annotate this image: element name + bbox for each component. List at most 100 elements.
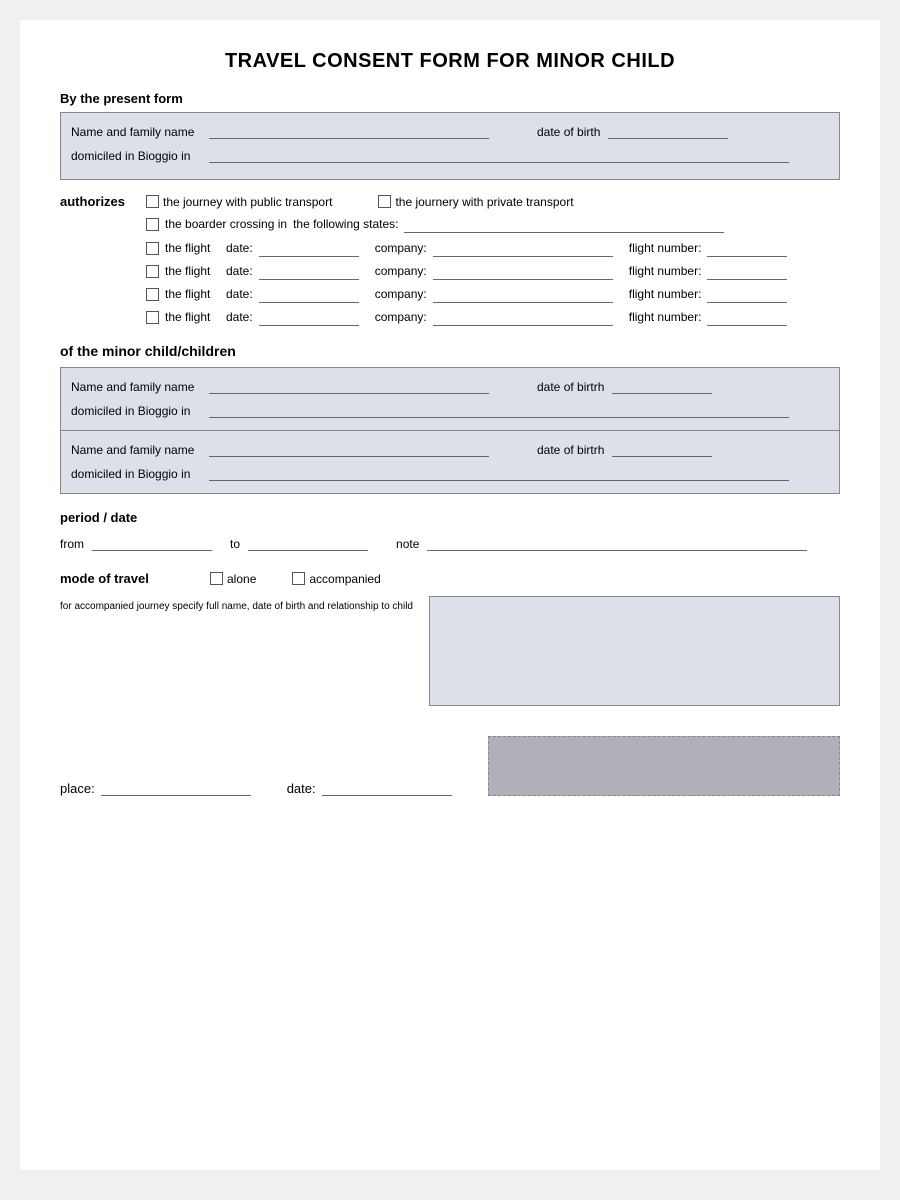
- child-2-name-label: Name and family name: [71, 443, 201, 457]
- child-2-dob-input[interactable]: [612, 439, 712, 457]
- alone-option: alone: [210, 572, 256, 586]
- parent-dob-label: date of birth: [537, 125, 600, 139]
- flight-2-company-input[interactable]: [433, 262, 613, 280]
- parent-name-input[interactable]: [209, 121, 489, 139]
- mode-of-travel-section: mode of travel alone accompanied: [60, 571, 840, 586]
- flight-row-4: the flight date: company: flight number:: [146, 308, 840, 326]
- child-1-name-row: Name and family name date of birtrh: [71, 376, 829, 394]
- alone-checkbox[interactable]: [210, 572, 223, 585]
- place-input[interactable]: [101, 778, 251, 796]
- child-1-name-label: Name and family name: [71, 380, 201, 394]
- flight-2-flightnum-label: flight number:: [629, 264, 702, 278]
- page-title: TRAVEL CONSENT FORM FOR MINOR CHILD: [60, 50, 840, 73]
- flight-3-date-input[interactable]: [259, 285, 359, 303]
- parent-domicile-label: domiciled in Bioggio in: [71, 149, 201, 163]
- parent-dob-input[interactable]: [608, 121, 728, 139]
- child-1-name-input[interactable]: [209, 376, 489, 394]
- bottom-section: place: date:: [60, 736, 840, 796]
- public-transport-label: the journey with public transport: [163, 195, 332, 209]
- private-transport-option: the journery with private transport: [378, 195, 573, 209]
- note-label: note: [396, 537, 419, 551]
- flight-row-1: the flight date: company: flight number:: [146, 239, 840, 257]
- flight-4-flightnum-label: flight number:: [629, 310, 702, 324]
- child-1-domicile-input[interactable]: [209, 400, 789, 418]
- flight-3-label: the flight: [165, 287, 220, 301]
- accompanied-label: accompanied: [309, 572, 380, 586]
- private-transport-checkbox[interactable]: [378, 195, 391, 208]
- authorizes-transport-row: authorizes the journey with public trans…: [60, 194, 840, 209]
- parent-domicile-row: domiciled in Bioggio in: [71, 145, 829, 163]
- flight-2-label: the flight: [165, 264, 220, 278]
- date-input[interactable]: [322, 778, 452, 796]
- child-1-dob-input[interactable]: [612, 376, 712, 394]
- from-label: from: [60, 537, 84, 551]
- flight-1-checkbox[interactable]: [146, 242, 159, 255]
- child-1-domicile-label: domiciled in Bioggio in: [71, 404, 201, 418]
- mode-title: mode of travel: [60, 571, 190, 586]
- flight-4-company-label: company:: [375, 310, 427, 324]
- private-transport-label: the journery with private transport: [395, 195, 573, 209]
- child-2-name-input[interactable]: [209, 439, 489, 457]
- place-group: place:: [60, 778, 251, 796]
- flight-2-flightnum-input[interactable]: [707, 262, 787, 280]
- flight-4-date-input[interactable]: [259, 308, 359, 326]
- child-2-domicile-label: domiciled in Bioggio in: [71, 467, 201, 481]
- accompanied-section: for accompanied journey specify full nam…: [60, 596, 840, 706]
- alone-label: alone: [227, 572, 256, 586]
- note-input[interactable]: [427, 533, 807, 551]
- date-label: date:: [287, 781, 316, 796]
- child-2-box: Name and family name date of birtrh domi…: [61, 431, 839, 493]
- child-boxes: Name and family name date of birtrh domi…: [60, 367, 840, 494]
- child-1-domicile-row: domiciled in Bioggio in: [71, 400, 829, 418]
- place-label: place:: [60, 781, 95, 796]
- accompanied-textarea[interactable]: [429, 596, 840, 706]
- parent-domicile-input[interactable]: [209, 145, 789, 163]
- public-transport-option: the journey with public transport: [146, 195, 332, 209]
- child-1-dob-label: date of birtrh: [537, 380, 604, 394]
- flight-4-date-label: date:: [226, 310, 253, 324]
- flight-4-checkbox[interactable]: [146, 311, 159, 324]
- flight-4-company-input[interactable]: [433, 308, 613, 326]
- border-crossing-label: the boarder crossing in: [165, 217, 287, 231]
- child-2-domicile-input[interactable]: [209, 463, 789, 481]
- states-input[interactable]: [404, 215, 724, 233]
- period-section: period / date from to note: [60, 510, 840, 551]
- child-2-dob-label: date of birtrh: [537, 443, 604, 457]
- authorizes-label: authorizes: [60, 194, 140, 209]
- flight-3-company-input[interactable]: [433, 285, 613, 303]
- flight-1-company-input[interactable]: [433, 239, 613, 257]
- flight-1-flightnum-input[interactable]: [707, 239, 787, 257]
- flight-row-2: the flight date: company: flight number:: [146, 262, 840, 280]
- flight-1-company-label: company:: [375, 241, 427, 255]
- flight-1-date-input[interactable]: [259, 239, 359, 257]
- from-input[interactable]: [92, 533, 212, 551]
- public-transport-checkbox[interactable]: [146, 195, 159, 208]
- flight-3-flightnum-label: flight number:: [629, 287, 702, 301]
- authorizes-section: authorizes the journey with public trans…: [60, 194, 840, 331]
- parent-name-row: Name and family name date of birth: [71, 121, 829, 139]
- flight-2-checkbox[interactable]: [146, 265, 159, 278]
- accompanied-option: accompanied: [292, 572, 380, 586]
- following-states-label: the following states:: [293, 217, 398, 231]
- child-2-name-row: Name and family name date of birtrh: [71, 439, 829, 457]
- period-label: period / date: [60, 510, 840, 525]
- to-input[interactable]: [248, 533, 368, 551]
- period-row: from to note: [60, 533, 840, 551]
- page: TRAVEL CONSENT FORM FOR MINOR CHILD By t…: [20, 20, 880, 1170]
- child-1-box: Name and family name date of birtrh domi…: [61, 368, 839, 430]
- flight-1-flightnum-label: flight number:: [629, 241, 702, 255]
- parent-info-box: Name and family name date of birth domic…: [60, 112, 840, 180]
- flight-2-date-input[interactable]: [259, 262, 359, 280]
- flight-4-flightnum-input[interactable]: [707, 308, 787, 326]
- signature-box: [488, 736, 840, 796]
- flight-3-flightnum-input[interactable]: [707, 285, 787, 303]
- date-group: date:: [287, 778, 452, 796]
- accompanied-note-label: for accompanied journey specify full nam…: [60, 596, 413, 706]
- border-crossing-checkbox[interactable]: [146, 218, 159, 231]
- flight-3-date-label: date:: [226, 287, 253, 301]
- accompanied-checkbox[interactable]: [292, 572, 305, 585]
- border-crossing-row: the boarder crossing in the following st…: [146, 215, 840, 233]
- to-label: to: [230, 537, 240, 551]
- by-present-form-label: By the present form: [60, 91, 840, 106]
- flight-3-checkbox[interactable]: [146, 288, 159, 301]
